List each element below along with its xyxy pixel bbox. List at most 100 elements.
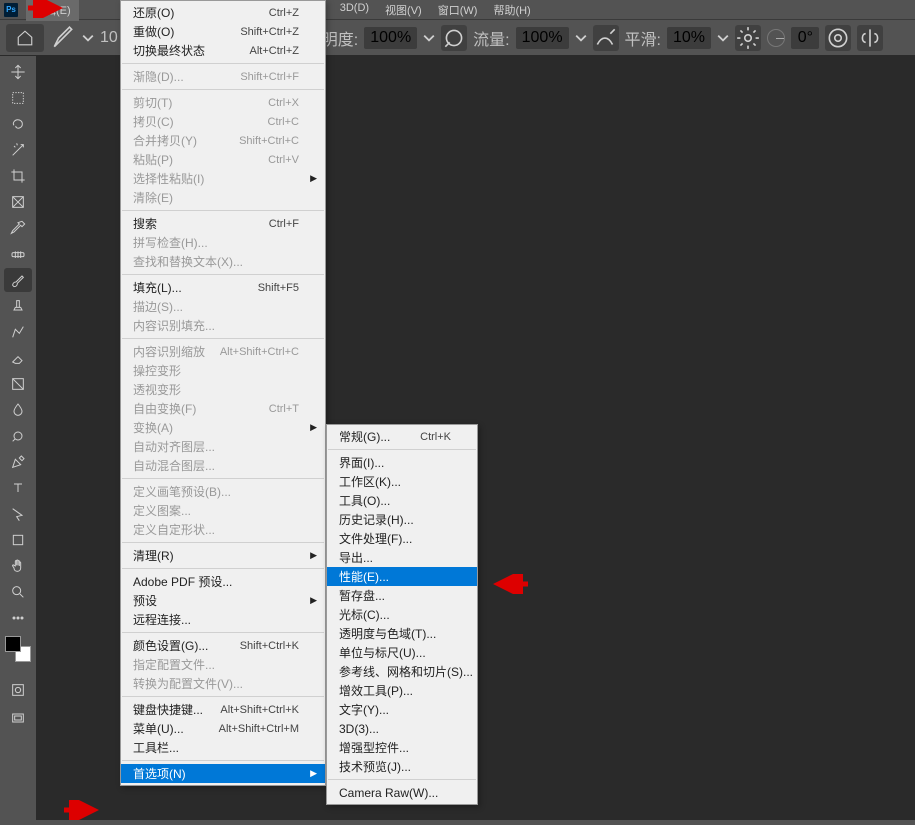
tool-path[interactable] — [4, 502, 32, 526]
menu-item[interactable]: 切换最终状态Alt+Ctrl+Z — [121, 41, 325, 60]
pressure-size-button[interactable] — [825, 25, 851, 51]
submenu-item[interactable]: 技术预览(J)... — [327, 757, 477, 776]
tool-stamp[interactable] — [4, 294, 32, 318]
menu-item[interactable]: 首选项(N)▶ — [121, 764, 325, 783]
menu-item-label: 自动对齐图层... — [133, 438, 299, 455]
menu-separator — [122, 63, 324, 64]
tool-type[interactable] — [4, 476, 32, 500]
smooth-value[interactable]: 10% — [667, 27, 711, 49]
tool-move[interactable] — [4, 60, 32, 84]
tool-marquee[interactable] — [4, 86, 32, 110]
menu-separator — [122, 210, 324, 211]
chevron-down-icon[interactable] — [423, 32, 435, 44]
menubar-item-4[interactable]: 窗口(W) — [430, 0, 486, 21]
menu-item[interactable]: 颜色设置(G)...Shift+Ctrl+K — [121, 636, 325, 655]
menu-item: 操控变形 — [121, 361, 325, 380]
frame-icon — [10, 194, 26, 210]
submenu-item[interactable]: Camera Raw(W)... — [327, 783, 477, 802]
submenu-item[interactable]: 参考线、网格和切片(S)... — [327, 662, 477, 681]
submenu-item[interactable]: 文字(Y)... — [327, 700, 477, 719]
submenu-arrow-icon: ▶ — [310, 550, 317, 561]
menu-item[interactable]: 搜索Ctrl+F — [121, 214, 325, 233]
angle-dial[interactable] — [767, 29, 785, 47]
submenu-item[interactable]: 性能(E)... — [327, 567, 477, 586]
tool-pen[interactable] — [4, 450, 32, 474]
angle-value[interactable]: 0° — [791, 27, 819, 49]
home-button[interactable] — [6, 24, 44, 52]
submenu-item[interactable]: 工作区(K)... — [327, 472, 477, 491]
tool-eyedropper[interactable] — [4, 216, 32, 240]
menu-item: 描边(S)... — [121, 297, 325, 316]
submenu-item[interactable]: 增效工具(P)... — [327, 681, 477, 700]
chevron-down-icon[interactable] — [717, 32, 729, 44]
menubar-item-3[interactable]: 视图(V) — [377, 0, 430, 21]
menu-separator — [122, 274, 324, 275]
tool-zoom[interactable] — [4, 580, 32, 604]
menu-item-label: Adobe PDF 预设... — [133, 573, 299, 590]
tool-rectangle[interactable] — [4, 528, 32, 552]
menu-item: 渐隐(D)...Shift+Ctrl+F — [121, 67, 325, 86]
pressure-opacity-button[interactable] — [441, 25, 467, 51]
submenu-item[interactable]: 3D(3)... — [327, 719, 477, 738]
symmetry-button[interactable] — [857, 25, 883, 51]
history-icon — [10, 324, 26, 340]
submenu-item[interactable]: 常规(G)...Ctrl+K — [327, 427, 477, 446]
menu-item[interactable]: 预设▶ — [121, 591, 325, 610]
menu-item-shortcut: Shift+Ctrl+F — [240, 71, 299, 83]
submenu-item[interactable]: 增强型控件... — [327, 738, 477, 757]
menu-item-label: 远程连接... — [133, 611, 299, 628]
menu-item-label: 菜单(U)... — [133, 720, 219, 737]
chevron-down-icon[interactable] — [82, 32, 94, 44]
foreground-color[interactable] — [5, 636, 21, 652]
tool-frame[interactable] — [4, 190, 32, 214]
tool-hand[interactable] — [4, 554, 32, 578]
smooth-settings-button[interactable] — [735, 25, 761, 51]
tool-wand[interactable] — [4, 138, 32, 162]
submenu-item[interactable]: 导出... — [327, 548, 477, 567]
submenu-item[interactable]: 历史记录(H)... — [327, 510, 477, 529]
submenu-item[interactable]: 工具(O)... — [327, 491, 477, 510]
menu-item[interactable]: 远程连接... — [121, 610, 325, 629]
quickmask-button[interactable] — [4, 678, 32, 702]
menu-item[interactable]: 还原(O)Ctrl+Z — [121, 3, 325, 22]
tool-crop[interactable] — [4, 164, 32, 188]
tool-history[interactable] — [4, 320, 32, 344]
menubar-item-2[interactable]: 3D(D) — [332, 0, 377, 21]
tool-healing[interactable] — [4, 242, 32, 266]
submenu-item[interactable]: 界面(I)... — [327, 453, 477, 472]
tool-ellipsis[interactable] — [4, 606, 32, 630]
menu-item-label: 自由变换(F) — [133, 400, 269, 417]
menu-item[interactable]: 填充(L)...Shift+F5 — [121, 278, 325, 297]
tool-dodge[interactable] — [4, 424, 32, 448]
target-icon — [825, 25, 851, 51]
chevron-down-icon[interactable] — [575, 32, 587, 44]
menu-item[interactable]: 清理(R)▶ — [121, 546, 325, 565]
menu-item-label: 拷贝(C) — [133, 113, 268, 130]
airbrush-button[interactable] — [593, 25, 619, 51]
tool-preset-picker[interactable] — [50, 25, 76, 51]
tool-eraser[interactable] — [4, 346, 32, 370]
menu-item[interactable]: 重做(O)Shift+Ctrl+Z — [121, 22, 325, 41]
screenmode-button[interactable] — [4, 706, 32, 730]
opacity-value[interactable]: 100% — [364, 27, 417, 49]
menu-item[interactable]: 菜单(U)...Alt+Shift+Ctrl+M — [121, 719, 325, 738]
flow-value[interactable]: 100% — [516, 27, 569, 49]
menu-item: 清除(E) — [121, 188, 325, 207]
menu-item-label: 填充(L)... — [133, 279, 258, 296]
tool-blur[interactable] — [4, 398, 32, 422]
menu-item-shortcut: Alt+Shift+Ctrl+K — [220, 704, 299, 716]
tool-lasso[interactable] — [4, 112, 32, 136]
submenu-item[interactable]: 暂存盘... — [327, 586, 477, 605]
color-swatch[interactable] — [5, 636, 31, 662]
submenu-item[interactable]: 光标(C)... — [327, 605, 477, 624]
menu-item[interactable]: 工具栏... — [121, 738, 325, 757]
submenu-item[interactable]: 单位与标尺(U)... — [327, 643, 477, 662]
menu-item[interactable]: 键盘快捷键...Alt+Shift+Ctrl+K — [121, 700, 325, 719]
menu-item[interactable]: Adobe PDF 预设... — [121, 572, 325, 591]
submenu-item[interactable]: 文件处理(F)... — [327, 529, 477, 548]
submenu-item[interactable]: 透明度与色域(T)... — [327, 624, 477, 643]
screenmode-icon — [10, 710, 26, 726]
tool-brush[interactable] — [4, 268, 32, 292]
tool-gradient[interactable] — [4, 372, 32, 396]
menubar-item-5[interactable]: 帮助(H) — [485, 0, 538, 21]
